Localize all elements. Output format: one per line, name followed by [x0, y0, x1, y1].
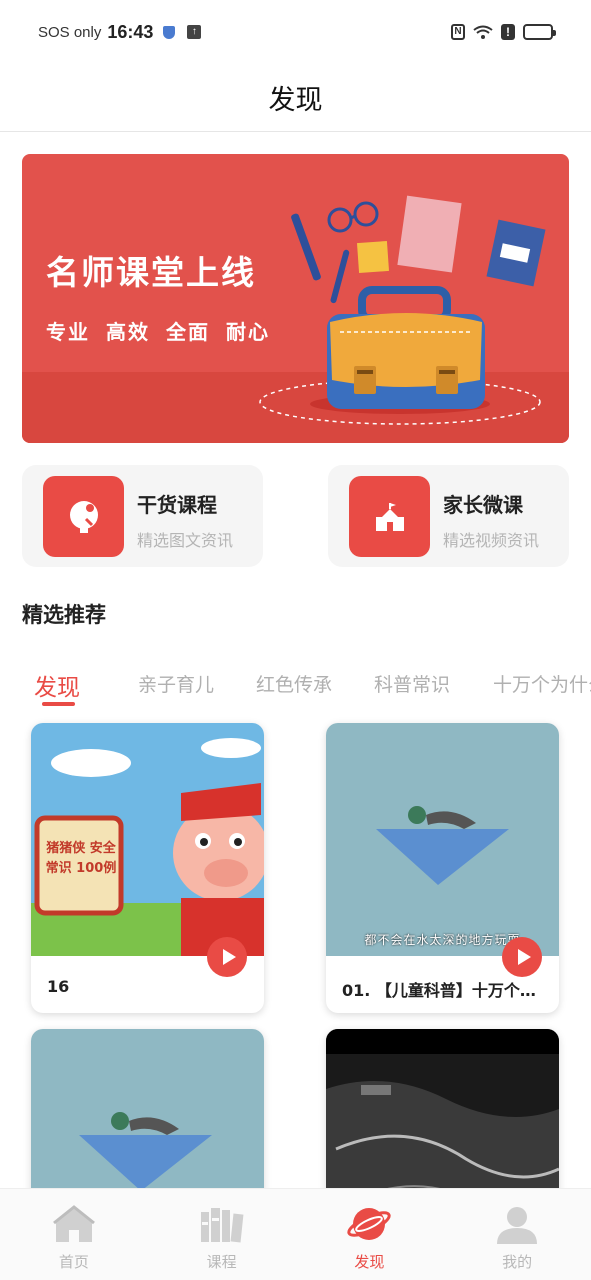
category-tabs: 发现 亲子育儿 红色传承 科普常识 十万个为什么 [0, 660, 591, 710]
quick-entry-title: 家长微课 [443, 493, 523, 517]
play-icon[interactable] [207, 937, 247, 977]
video-thumbnail: 猪猪侠 安全常识 100例 [31, 723, 264, 956]
video-caption: 01. 【儿童科普】十万个为什么 [342, 981, 547, 1000]
active-tab-indicator [42, 702, 75, 706]
top-bar: 发现 [0, 64, 591, 132]
shield-icon [163, 25, 176, 39]
video-card[interactable]: 都不会在水太深的地方玩耍 01. 【儿童科普】十万个为什么 [326, 723, 559, 1013]
quick-entry-subtitle: 精选视频资讯 [443, 531, 540, 550]
video-caption: 16 [47, 977, 70, 996]
tab-red-heritage[interactable]: 红色传承 [256, 670, 332, 697]
quick-entry-subtitle: 精选图文资讯 [137, 531, 234, 550]
nav-mine[interactable]: 我的 [443, 1189, 591, 1280]
thumbnail-text: 猪猪侠 安全常识 100例 [45, 841, 117, 876]
status-bar: SOS only 16:43 ↑ N ! [0, 0, 591, 64]
quick-entry-title: 干货课程 [137, 493, 217, 517]
play-icon[interactable] [502, 937, 542, 977]
quick-entry-parent-microcourse[interactable]: 家长微课 精选视频资讯 [328, 465, 569, 567]
tab-why[interactable]: 十万个为什么 [493, 670, 591, 697]
bottom-nav: 首页 课程 发现 我的 [0, 1188, 591, 1280]
nav-home[interactable]: 首页 [0, 1189, 148, 1280]
nfc-icon: N [451, 24, 465, 40]
page-title: 发现 [268, 85, 323, 116]
promo-banner[interactable]: 名师课堂上线 专业 高效 全面 耐心 [22, 154, 569, 443]
schoolbag-illustration [259, 195, 546, 425]
books-icon [199, 1201, 245, 1247]
nav-label: 课程 [206, 1253, 237, 1271]
video-card[interactable]: 猪猪侠 安全常识 100例 16 [31, 723, 264, 1013]
nav-label: 发现 [354, 1253, 385, 1271]
planet-icon [346, 1201, 392, 1247]
school-icon [349, 476, 430, 557]
upload-icon: ↑ [187, 25, 202, 39]
carrier-text: SOS only [38, 23, 102, 41]
wifi-icon [473, 25, 493, 39]
tab-science[interactable]: 科普常识 [374, 670, 450, 697]
tab-discover[interactable]: 发现 [34, 668, 80, 702]
clock: 16:43 [107, 21, 154, 42]
section-title: 精选推荐 [22, 603, 106, 627]
alert-icon: ! [501, 24, 515, 40]
quick-entry-dry-courses[interactable]: 干货课程 精选图文资讯 [22, 465, 263, 567]
nav-label: 首页 [58, 1253, 89, 1271]
nav-label: 我的 [502, 1253, 533, 1271]
nav-courses[interactable]: 课程 [148, 1189, 296, 1280]
bell-icon [43, 476, 124, 557]
battery-icon [523, 24, 556, 40]
tab-parenting[interactable]: 亲子育儿 [138, 670, 214, 697]
nav-discover[interactable]: 发现 [296, 1189, 444, 1280]
home-icon [51, 1201, 97, 1247]
user-icon [494, 1201, 540, 1247]
video-thumbnail: 都不会在水太深的地方玩耍 [326, 723, 559, 956]
